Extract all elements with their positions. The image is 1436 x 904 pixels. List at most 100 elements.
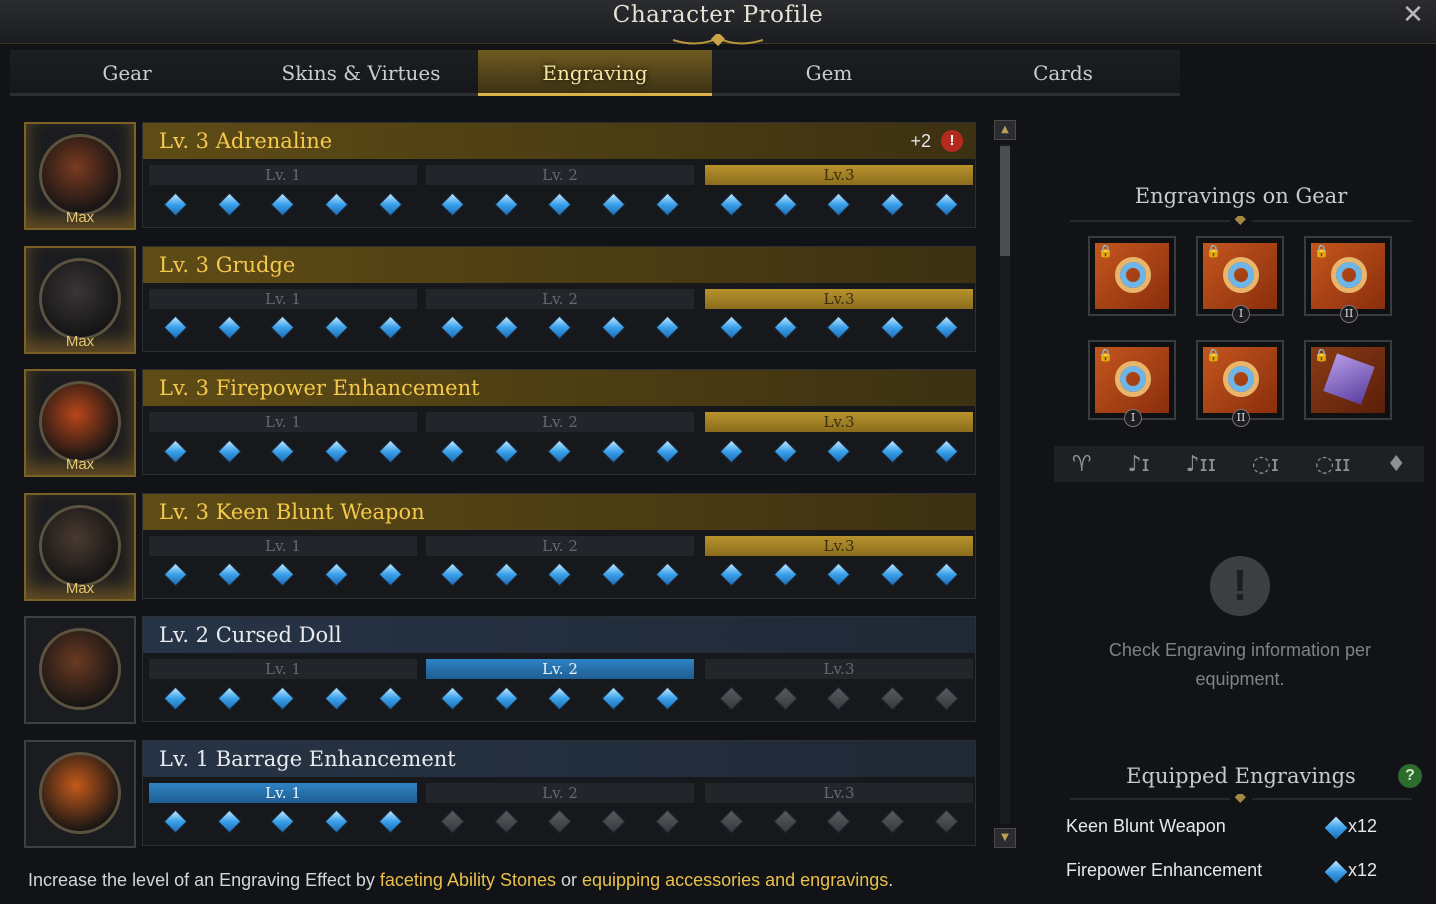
alert-icon[interactable]: ! bbox=[941, 130, 963, 152]
engraving-icon-frame: Max bbox=[24, 369, 136, 477]
engraving-name-bar: Lv. 2 Cursed Doll bbox=[143, 617, 975, 653]
accessory-shape bbox=[1115, 361, 1151, 397]
tab-cards[interactable]: Cards bbox=[946, 50, 1180, 96]
gear-slot[interactable]: 🔒 II bbox=[1304, 236, 1392, 323]
engravings-on-gear-title: Engravings on Gear bbox=[1134, 184, 1348, 208]
slot-index-badge: I bbox=[1124, 409, 1142, 427]
active-node-icon bbox=[655, 562, 680, 587]
slot-index-badge: II bbox=[1232, 409, 1250, 427]
engraving-row[interactable]: Max Lv. 3 Firepower Enhancement Lv. 1 Lv. … bbox=[24, 365, 980, 477]
active-node-icon bbox=[719, 191, 744, 217]
scroll-down-icon[interactable]: ▼ bbox=[994, 828, 1016, 848]
hint-link-ability-stones[interactable]: faceting Ability Stones bbox=[380, 870, 556, 890]
node-group bbox=[426, 315, 694, 341]
active-node-icon bbox=[163, 685, 188, 711]
adrenaline-icon bbox=[39, 134, 121, 216]
engraving-name-bar: Lv. 3 Adrenaline +2! bbox=[143, 123, 975, 159]
gear-slot[interactable]: 🔒 I bbox=[1088, 340, 1176, 427]
hint-link-accessories[interactable]: equipping accessories and engravings bbox=[582, 870, 888, 890]
active-node-icon bbox=[547, 191, 573, 217]
engraving-hint: Increase the level of an Engraving Effec… bbox=[28, 870, 893, 891]
inactive-node-icon bbox=[826, 685, 852, 711]
active-node-icon bbox=[880, 315, 905, 340]
active-node-icon bbox=[494, 438, 519, 464]
info-text: Check Engraving information per equipmen… bbox=[1108, 640, 1372, 689]
ring-1-filter-icon[interactable]: ◌ɪ bbox=[1252, 452, 1279, 477]
active-node-icon bbox=[270, 685, 296, 711]
active-node-icon bbox=[601, 191, 626, 217]
level-segment: Lv. 2 bbox=[426, 288, 694, 309]
active-node-icon bbox=[324, 809, 349, 834]
gear-slot[interactable]: 🔒 II bbox=[1196, 340, 1284, 427]
engraving-name: Lv. 1 Barrage Enhancement bbox=[159, 746, 456, 771]
engraving-row[interactable]: Max Lv. 3 Grudge Lv. 1 Lv. 2 Lv.3 bbox=[24, 242, 980, 354]
engraving-row[interactable]: Max Lv. 3 Keen Blunt Weapon Lv. 1 Lv. 2 Lv.… bbox=[24, 489, 980, 601]
gear-slot[interactable]: 🔒 bbox=[1088, 236, 1176, 316]
equipped-row: Keen Blunt Weapon x12 bbox=[1066, 812, 1396, 842]
title-ornament-icon bbox=[672, 34, 764, 47]
active-node-icon bbox=[163, 438, 188, 464]
active-node-icon bbox=[378, 315, 403, 340]
level-segment: Lv. 1 bbox=[149, 535, 417, 556]
equipped-engravings-title: Equipped Engravings bbox=[1126, 764, 1356, 788]
node-group bbox=[426, 809, 694, 835]
active-node-icon bbox=[324, 315, 349, 340]
engraving-name: Lv. 3 Keen Blunt Weapon bbox=[159, 499, 425, 524]
engraving-name: Lv. 3 Adrenaline bbox=[159, 129, 333, 153]
stone-filter-icon[interactable]: ♦ bbox=[1386, 452, 1406, 477]
tab-gem[interactable]: Gem bbox=[712, 50, 946, 96]
node-group bbox=[149, 562, 417, 588]
node-group bbox=[149, 315, 417, 341]
scrollbar[interactable]: ▲ ▼ bbox=[994, 120, 1016, 848]
engraving-row[interactable]: Lv. 2 Cursed Doll Lv. 1 Lv. 2 Lv.3 bbox=[24, 612, 980, 724]
necklace-filter-icon[interactable]: ♈ bbox=[1072, 452, 1092, 477]
earring-1-filter-icon[interactable]: ♪ɪ bbox=[1127, 452, 1149, 477]
active-node-icon bbox=[719, 315, 744, 340]
active-node-icon bbox=[547, 685, 573, 711]
equipped-count: x12 bbox=[1348, 860, 1378, 880]
active-node-icon bbox=[547, 438, 573, 464]
scroll-thumb[interactable] bbox=[1000, 146, 1010, 256]
inactive-node-icon bbox=[440, 809, 465, 834]
node-group bbox=[705, 315, 973, 341]
inactive-node-icon bbox=[547, 809, 573, 834]
engraving-node-icon bbox=[1324, 816, 1348, 840]
inactive-node-icon bbox=[934, 685, 959, 711]
help-icon[interactable]: ? bbox=[1398, 764, 1422, 788]
scroll-up-icon[interactable]: ▲ bbox=[994, 120, 1016, 140]
inactive-node-icon bbox=[655, 809, 680, 834]
active-node-icon bbox=[440, 315, 465, 340]
active-node-icon bbox=[378, 191, 403, 217]
node-group bbox=[705, 438, 973, 464]
active-node-icon bbox=[324, 191, 349, 217]
active-node-icon bbox=[440, 685, 465, 711]
max-badge: Max bbox=[65, 332, 95, 350]
engraving-row[interactable]: Max Lv. 3 Adrenaline +2! Lv. 1 Lv. 2 Lv.3 bbox=[24, 118, 980, 230]
gear-slot[interactable]: 🔒 bbox=[1304, 340, 1392, 420]
tab-skins-virtues[interactable]: Skins & Virtues bbox=[244, 50, 478, 96]
close-icon[interactable]: ✕ bbox=[1398, 0, 1428, 30]
earring-2-filter-icon[interactable]: ♪ɪɪ bbox=[1186, 452, 1216, 477]
accessory-shape bbox=[1223, 361, 1259, 397]
active-node-icon bbox=[601, 438, 626, 464]
active-node-icon bbox=[378, 685, 403, 711]
level-segment: Lv.3 bbox=[705, 288, 973, 309]
engraving-row[interactable]: Lv. 1 Barrage Enhancement Lv. 1 Lv. 2 Lv.3 bbox=[24, 736, 980, 848]
ring-2-filter-icon[interactable]: ◌ɪɪ bbox=[1315, 452, 1351, 477]
grudge-icon bbox=[39, 257, 121, 340]
tab-gear[interactable]: Gear bbox=[10, 50, 244, 96]
lock-icon: 🔒 bbox=[1314, 348, 1329, 362]
gear-slot[interactable]: 🔒 I bbox=[1196, 236, 1284, 323]
inactive-node-icon bbox=[934, 809, 959, 834]
level-segment: Lv. 1 bbox=[149, 659, 417, 679]
inactive-node-icon bbox=[880, 809, 905, 834]
window-title: Character Profile bbox=[612, 2, 824, 28]
active-node-icon bbox=[601, 315, 626, 340]
equipped-name: Keen Blunt Weapon bbox=[1066, 816, 1226, 836]
active-node-icon bbox=[378, 809, 403, 834]
level-segment: Lv.3 bbox=[705, 535, 973, 556]
accessory-shape bbox=[1331, 257, 1367, 293]
level-segment: Lv. 2 bbox=[426, 412, 694, 432]
tab-engraving[interactable]: Engraving bbox=[478, 50, 712, 96]
active-node-icon bbox=[440, 562, 465, 587]
